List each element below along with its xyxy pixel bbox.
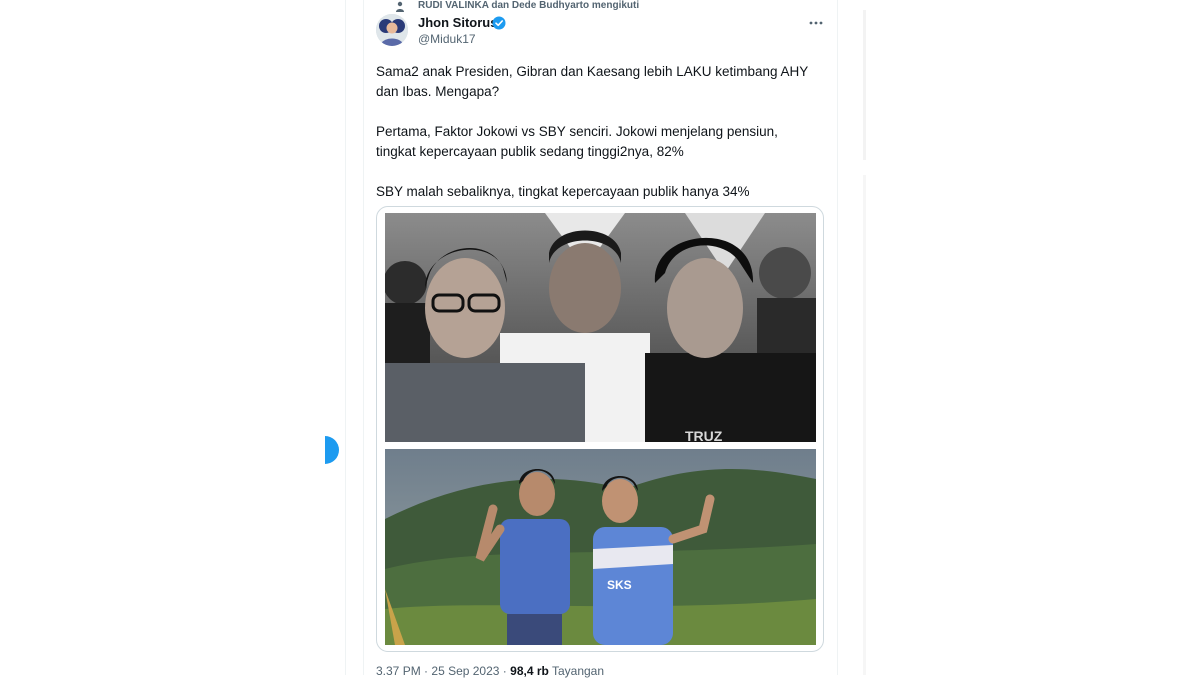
tweet-paragraph: SBY malah sebaliknya, tingkat kepercayaa… [376,184,750,199]
media-card[interactable]: TRUZ SKS [376,206,824,652]
tweet[interactable]: RUDI VALINKA dan Dede Budhyarto mengikut… [364,0,837,678]
tweet-timestamp-row: 3.37 PM · 25 Sep 2023 · 98,4 rb Tayangan [376,664,604,678]
verified-badge-icon [492,16,506,30]
tweet-paragraph: Pertama, Faktor Jokowi vs SBY senciri. J… [376,124,778,159]
sidebar-widget [863,10,866,160]
tweet-text: Sama2 anak Presiden, Gibran dan Kaesang … [376,62,816,202]
separator-dot: · [424,664,429,678]
tweet-date[interactable]: 25 Sep 2023 [431,664,499,678]
person-icon [396,1,404,12]
tweet-paragraph: Sama2 anak Presiden, Gibran dan Kaesang … [376,64,809,99]
sidebar-widget [863,175,866,675]
tweet-photo-bottom[interactable]: SKS [385,449,816,645]
views-count: 98,4 rb [510,664,549,678]
left-sidebar-area [0,0,335,675]
views-label: Tayangan [551,664,605,678]
avatar[interactable] [376,14,408,46]
svg-text:SKS: SKS [607,578,632,592]
divider [345,0,346,675]
author-display-name[interactable]: Jhon Sitorus [418,15,497,30]
svg-text:TRUZ: TRUZ [685,428,723,442]
divider [837,0,838,675]
tweet-photo-top[interactable]: TRUZ [385,213,816,442]
separator-dot: · [502,664,507,678]
tweet-time[interactable]: 3.37 PM [376,664,421,678]
post-button-edge[interactable] [325,436,339,464]
author-handle[interactable]: @Miduk17 [418,32,476,46]
right-sidebar-area [862,0,1200,675]
more-options-icon[interactable] [808,16,824,30]
social-context[interactable]: RUDI VALINKA dan Dede Budhyarto mengikut… [418,0,639,11]
